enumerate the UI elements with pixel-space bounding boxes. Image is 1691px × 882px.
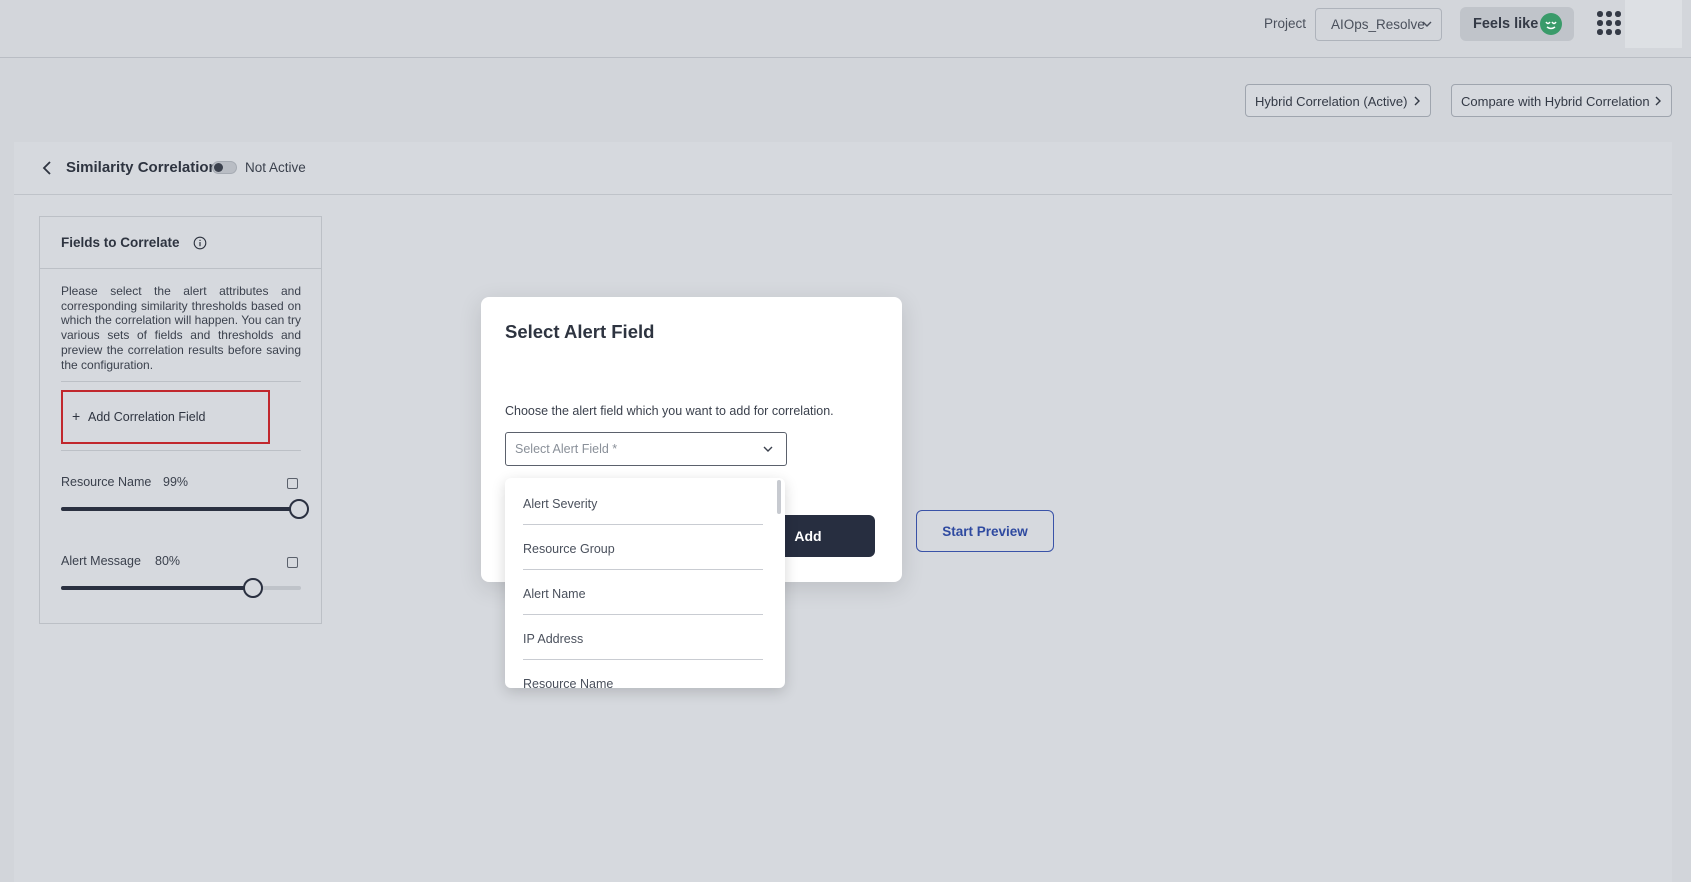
field-threshold: 99% xyxy=(163,475,189,489)
toggle-knob xyxy=(214,163,223,172)
info-icon[interactable] xyxy=(193,236,207,250)
feels-like-label: Feels like xyxy=(1473,16,1539,32)
top-bar: Project AIOps_Resolve Feels like xyxy=(0,0,1691,58)
status-text: Not Active xyxy=(245,160,306,175)
apps-grid-icon[interactable] xyxy=(1597,11,1621,35)
hybrid-active-label: Hybrid Correlation (Active) xyxy=(1255,94,1408,109)
dropdown-scrollbar[interactable] xyxy=(777,480,781,514)
chevron-right-icon xyxy=(1414,96,1420,106)
threshold-slider-fill xyxy=(61,507,299,511)
project-select-value: AIOps_Resolve xyxy=(1331,17,1425,32)
start-preview-button[interactable]: Start Preview xyxy=(916,510,1054,552)
compare-hybrid-button[interactable]: Compare with Hybrid Correlation xyxy=(1451,84,1672,117)
field-name: Alert Message xyxy=(61,554,141,568)
dropdown-option[interactable]: Resource Group xyxy=(523,525,763,570)
plus-icon: + xyxy=(72,408,81,424)
chevron-right-icon xyxy=(1655,96,1661,106)
threshold-slider-thumb[interactable] xyxy=(243,578,263,598)
fields-card-title: Fields to Correlate xyxy=(61,235,180,250)
compare-label: Compare with Hybrid Correlation xyxy=(1461,94,1650,109)
hybrid-correlation-active-button[interactable]: Hybrid Correlation (Active) xyxy=(1245,84,1431,117)
alert-field-select[interactable]: Select Alert Field * xyxy=(505,432,787,466)
fields-card: Fields to Correlate Please select the al… xyxy=(39,216,322,624)
field-checkbox[interactable] xyxy=(287,557,298,568)
threshold-slider-fill xyxy=(61,586,253,590)
dropdown-option[interactable]: Alert Name xyxy=(523,570,763,615)
chevron-down-icon xyxy=(1422,21,1432,27)
page-title: Similarity Correlation xyxy=(66,159,218,176)
divider xyxy=(61,450,301,451)
alert-field-placeholder: Select Alert Field * xyxy=(515,442,618,456)
dropdown-option[interactable]: Resource Name xyxy=(523,660,763,688)
threshold-slider-track[interactable] xyxy=(61,586,301,590)
divider xyxy=(61,381,301,382)
add-correlation-field-button[interactable]: + Add Correlation Field xyxy=(61,390,270,444)
fields-card-header: Fields to Correlate xyxy=(40,217,321,269)
dialog-subtitle: Choose the alert field which you want to… xyxy=(505,404,834,418)
threshold-slider-thumb[interactable] xyxy=(288,499,309,519)
project-label: Project xyxy=(1264,16,1307,31)
smiley-icon xyxy=(1540,13,1562,35)
dropdown-option[interactable]: Alert Severity xyxy=(523,480,763,525)
add-correlation-field-label: Add Correlation Field xyxy=(88,410,206,424)
panel-header: Similarity Correlation Not Active xyxy=(14,142,1672,195)
chevron-down-icon xyxy=(763,446,773,452)
field-threshold: 80% xyxy=(155,554,181,568)
fields-description: Please select the alert attributes and c… xyxy=(61,284,301,372)
dropdown-option[interactable]: IP Address xyxy=(523,615,763,660)
project-select[interactable]: AIOps_Resolve xyxy=(1315,8,1442,41)
back-arrow-icon[interactable] xyxy=(41,160,53,176)
alert-field-dropdown: Alert Severity Resource Group Alert Name… xyxy=(505,478,785,688)
field-checkbox[interactable] xyxy=(287,478,298,489)
feels-like-button[interactable]: Feels like xyxy=(1460,7,1574,41)
threshold-slider-track[interactable] xyxy=(61,507,301,511)
user-area[interactable] xyxy=(1625,0,1682,48)
active-toggle[interactable] xyxy=(212,161,237,174)
dialog-title: Select Alert Field xyxy=(505,321,655,342)
field-name: Resource Name xyxy=(61,475,152,489)
